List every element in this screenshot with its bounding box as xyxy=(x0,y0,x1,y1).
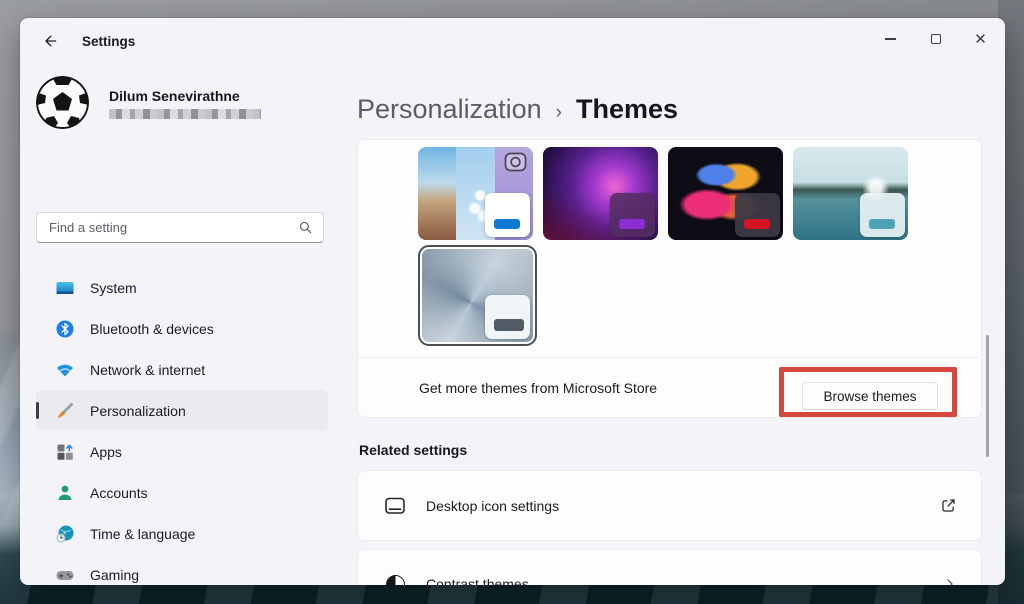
camera-icon xyxy=(504,152,527,177)
sidebar-item-accounts[interactable]: Accounts xyxy=(36,472,328,513)
theme-preview-card xyxy=(735,193,780,237)
store-text: Get more themes from Microsoft Store xyxy=(419,379,658,396)
accent-pill xyxy=(744,219,770,229)
sidebar-item-gaming[interactable]: Gaming xyxy=(36,554,328,585)
search-box[interactable] xyxy=(36,212,324,243)
sidebar-item-label: Apps xyxy=(90,443,122,460)
maximize-button[interactable] xyxy=(913,18,958,60)
desktop: Settings ✕ Dilum Senevirathne Find a set… xyxy=(0,0,1024,604)
theme-grid xyxy=(418,147,908,346)
breadcrumb-parent[interactable]: Personalization xyxy=(357,94,542,125)
browse-themes-button[interactable]: Browse themes xyxy=(802,382,938,410)
theme-artwork xyxy=(422,249,533,342)
store-row: Get more themes from Microsoft Store Bro… xyxy=(358,358,981,417)
bluetooth-icon xyxy=(54,318,75,339)
theme-preview-card xyxy=(485,295,530,339)
close-icon: ✕ xyxy=(974,30,987,48)
personalization-icon xyxy=(54,400,75,421)
sidebar: Dilum Senevirathne System xyxy=(36,64,328,585)
titlebar: Settings ✕ xyxy=(20,18,1005,64)
sidebar-item-network-internet[interactable]: Network & internet xyxy=(36,349,328,390)
user-profile[interactable]: Dilum Senevirathne xyxy=(36,76,328,129)
desktop-icon-settings-row[interactable]: Desktop icon settings xyxy=(357,470,982,541)
main-content: Personalization › Themes Get more themes… xyxy=(357,64,982,585)
breadcrumb: Personalization › Themes xyxy=(357,94,982,125)
theme-preview-card xyxy=(610,193,655,237)
avatar xyxy=(36,76,89,129)
sidebar-item-time-language[interactable]: Time & language xyxy=(36,513,328,554)
related-settings-heading: Related settings xyxy=(359,442,468,458)
theme-thumbnail-windows-selected[interactable] xyxy=(418,245,537,346)
scrollbar[interactable] xyxy=(986,335,989,457)
sidebar-item-label: Accounts xyxy=(90,484,148,501)
settings-window: Settings ✕ Dilum Senevirathne Find a set… xyxy=(20,18,1005,585)
theme-thumbnail-sunrise[interactable] xyxy=(793,147,908,240)
network-icon xyxy=(54,359,75,380)
back-button[interactable] xyxy=(34,26,66,56)
sidebar-nav: System Bluetooth & devices Network & int… xyxy=(36,267,328,585)
sidebar-item-apps[interactable]: Apps xyxy=(36,431,328,472)
accounts-icon xyxy=(54,482,75,503)
back-arrow-icon xyxy=(45,35,57,47)
time-language-icon xyxy=(54,523,75,544)
window-title: Settings xyxy=(82,33,136,49)
contrast-themes-icon xyxy=(382,574,408,585)
breadcrumb-separator-icon: › xyxy=(555,102,562,123)
accent-pill xyxy=(494,319,524,331)
accent-pill xyxy=(494,219,520,229)
apps-icon xyxy=(54,441,75,462)
desktop-icon-settings-icon xyxy=(382,496,408,516)
search-icon xyxy=(299,221,312,234)
sidebar-item-label: Gaming xyxy=(90,566,140,583)
sidebar-item-label: Personalization xyxy=(90,402,186,419)
theme-thumbnail-glow[interactable] xyxy=(543,147,658,240)
minimize-icon xyxy=(885,38,896,40)
theme-thumbnail-custom-photo[interactable] xyxy=(418,147,533,240)
gaming-icon xyxy=(54,564,75,585)
sidebar-item-system[interactable]: System xyxy=(36,267,328,308)
sidebar-item-label: System xyxy=(90,279,137,296)
window-controls: ✕ xyxy=(868,18,1003,60)
theme-preview-card xyxy=(485,193,530,237)
soccer-ball-avatar-icon xyxy=(36,76,89,129)
profile-name: Dilum Senevirathne xyxy=(109,88,240,104)
themes-card: Get more themes from Microsoft Store Bro… xyxy=(357,139,982,418)
selected-accent-bar xyxy=(36,402,39,419)
profile-text: Dilum Senevirathne xyxy=(109,88,261,119)
theme-thumbnail-captured-motion[interactable] xyxy=(668,147,783,240)
contrast-themes-row[interactable]: Contrast themes xyxy=(357,549,982,585)
close-button[interactable]: ✕ xyxy=(958,18,1003,60)
sidebar-item-personalization[interactable]: Personalization xyxy=(36,390,328,431)
sidebar-item-bluetooth-devices[interactable]: Bluetooth & devices xyxy=(36,308,328,349)
minimize-button[interactable] xyxy=(868,18,913,60)
maximize-icon xyxy=(930,34,941,44)
accent-pill xyxy=(869,219,895,229)
theme-preview-card xyxy=(860,193,905,237)
accent-pill xyxy=(619,219,645,229)
search-input[interactable] xyxy=(49,220,298,235)
row-label: Contrast themes xyxy=(426,576,529,585)
page-title: Themes xyxy=(575,94,678,124)
row-label: Desktop icon settings xyxy=(426,497,560,514)
sidebar-item-label: Network & internet xyxy=(90,361,206,378)
chevron-right-icon xyxy=(943,577,957,585)
profile-email-redacted xyxy=(109,109,261,119)
system-icon xyxy=(54,277,75,298)
sidebar-item-label: Time & language xyxy=(90,525,196,542)
sidebar-item-label: Bluetooth & devices xyxy=(90,320,214,337)
external-link-icon xyxy=(940,497,957,514)
